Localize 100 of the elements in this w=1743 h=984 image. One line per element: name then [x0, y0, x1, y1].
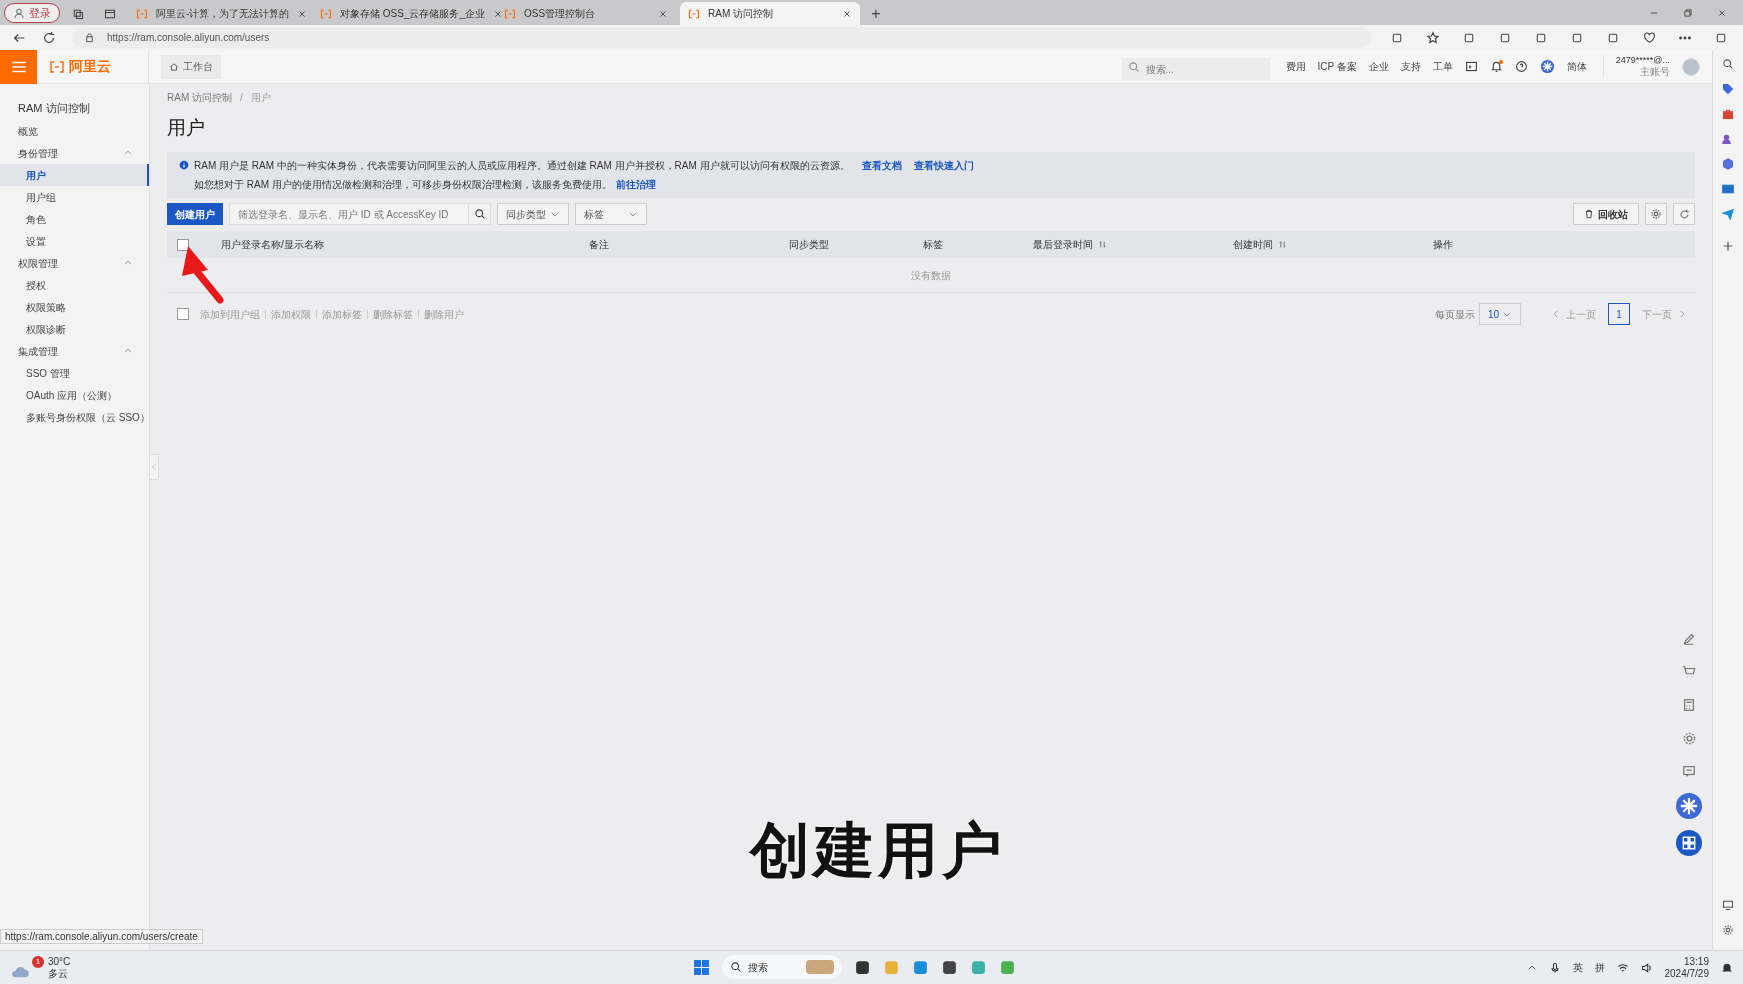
- close-icon[interactable]: [658, 8, 668, 19]
- notification-icon[interactable]: [1489, 60, 1503, 73]
- wifi-icon[interactable]: [1616, 961, 1629, 974]
- breadcrumb-item[interactable]: RAM 访问控制: [167, 89, 232, 105]
- account-name[interactable]: 2479*****@...: [1615, 54, 1670, 66]
- plus-icon[interactable]: [1721, 239, 1735, 253]
- checkbox[interactable]: [177, 308, 189, 320]
- sidebar-item[interactable]: SSO 管理: [0, 362, 149, 384]
- sidebar-item[interactable]: OAuth 应用（公测）: [0, 384, 149, 406]
- column-header: 同步类型: [789, 238, 829, 252]
- clock-date[interactable]: 2024/7/29: [1664, 967, 1709, 980]
- search-field[interactable]: 搜索...: [1121, 58, 1270, 80]
- address-bar[interactable]: https://ram.console.aliyun.com/users: [72, 27, 1371, 48]
- volume-icon[interactable]: [1640, 961, 1653, 974]
- language-link[interactable]: 简体: [1566, 59, 1587, 74]
- help-icon[interactable]: [1514, 60, 1528, 73]
- search-icon: [473, 208, 486, 220]
- terminal-icon[interactable]: [1464, 60, 1478, 73]
- sidebar-item[interactable]: 概览: [0, 120, 149, 142]
- create-user-button[interactable]: 创建用户: [167, 203, 223, 225]
- sidebar-item[interactable]: 集成管理: [0, 340, 149, 362]
- sidebar-item[interactable]: 身份管理: [0, 142, 149, 164]
- nav-link[interactable]: ICP 备案: [1317, 59, 1357, 74]
- sidebar-item[interactable]: 用户组: [0, 186, 149, 208]
- nav-link[interactable]: 费用: [1285, 59, 1306, 74]
- person-icon: [13, 7, 25, 19]
- info-link[interactable]: 查看文档: [861, 158, 902, 173]
- nav-link[interactable]: 支持: [1400, 59, 1421, 74]
- assistant-icon[interactable]: [1539, 59, 1555, 74]
- sidebar-item[interactable]: 权限管理: [0, 252, 149, 274]
- restore-icon[interactable]: [1683, 7, 1693, 18]
- reload-icon[interactable]: [42, 30, 56, 45]
- close-icon[interactable]: [1717, 7, 1727, 18]
- sidebar-item[interactable]: 用户: [0, 164, 149, 186]
- bell-icon[interactable]: [1721, 961, 1733, 974]
- sidebar-item[interactable]: 设置: [0, 230, 149, 252]
- taskbar-search[interactable]: 搜索: [722, 955, 842, 979]
- browser-tab[interactable]: 对象存储 OSS_云存储服务_企业: [312, 2, 492, 25]
- browser-tab[interactable]: 阿里云-计算，为了无法计算的: [128, 2, 308, 25]
- column-header: 操作: [1433, 238, 1453, 252]
- checkbox[interactable]: [177, 238, 189, 251]
- settings-icon[interactable]: [1722, 924, 1734, 936]
- send-icon[interactable]: [1722, 208, 1734, 220]
- sidebar-item[interactable]: 权限策略: [0, 296, 149, 318]
- assistant-icon[interactable]: [1676, 793, 1702, 819]
- weather-text: 多云: [48, 967, 69, 980]
- workbench-button[interactable]: 工作台: [161, 54, 221, 79]
- start-icon[interactable]: [693, 958, 710, 976]
- column-header: 用户登录名称/显示名称: [221, 238, 324, 252]
- info-link[interactable]: 查看快速入门: [913, 158, 974, 173]
- recycle-bin-button[interactable]: 回收站: [1573, 203, 1639, 225]
- sidebar-title: RAM 访问控制: [17, 100, 91, 116]
- close-icon[interactable]: [297, 8, 308, 19]
- tag-icon[interactable]: [1722, 83, 1734, 95]
- search-button[interactable]: [469, 203, 491, 225]
- profile-button[interactable]: 登录: [4, 3, 60, 23]
- settings-icon: [1650, 208, 1662, 220]
- sidebar-item[interactable]: 权限诊断: [0, 318, 149, 340]
- column-header[interactable]: 创建时间: [1233, 237, 1273, 252]
- input-method-indicator[interactable]: 英: [1572, 960, 1583, 975]
- close-icon[interactable]: [842, 8, 852, 19]
- trash-icon: [1584, 209, 1594, 219]
- apps-icon[interactable]: [1676, 830, 1702, 856]
- settings-button[interactable]: [1645, 203, 1667, 225]
- tab-favicon-icon: [136, 7, 148, 20]
- page-title: 用户: [167, 116, 206, 140]
- refresh-button[interactable]: [1673, 203, 1695, 225]
- breadcrumb-separator: /: [240, 90, 243, 105]
- sort-icon[interactable]: [1278, 240, 1287, 249]
- hexagon-icon[interactable]: [1722, 158, 1734, 170]
- browser-tab[interactable]: OSS管理控制台: [496, 2, 676, 25]
- chevron-left-icon: [1551, 309, 1561, 319]
- lock-icon: [84, 32, 95, 43]
- clock-time[interactable]: 13:19: [1683, 955, 1709, 968]
- nav-link[interactable]: 企业: [1368, 59, 1389, 74]
- search-icon: [730, 961, 742, 973]
- tab-favicon-icon: [504, 7, 516, 20]
- browser-tab[interactable]: RAM 访问控制: [680, 2, 860, 25]
- sidebar-item[interactable]: 角色: [0, 208, 149, 230]
- nav-link[interactable]: 工单: [1432, 59, 1453, 74]
- filter-dropdown[interactable]: 同步类型: [497, 203, 569, 225]
- search-icon[interactable]: [1722, 58, 1734, 70]
- close-icon[interactable]: [493, 8, 504, 19]
- microphone-icon[interactable]: [1548, 961, 1561, 974]
- page-button[interactable]: 1: [1608, 303, 1630, 325]
- page-size-select[interactable]: 10: [1479, 303, 1521, 325]
- info-link[interactable]: 前往治理: [615, 177, 656, 192]
- sidebar-item[interactable]: 授权: [0, 274, 149, 296]
- column-header[interactable]: 最后登录时间: [1033, 237, 1093, 252]
- people-icon[interactable]: [1722, 133, 1734, 145]
- new-tab-button[interactable]: +: [864, 3, 888, 25]
- toolbox-icon[interactable]: [1722, 108, 1734, 120]
- filter-dropdown[interactable]: 标签: [575, 203, 647, 225]
- tab-favicon-icon: [320, 7, 332, 20]
- info-text: RAM 用户是 RAM 中的一种实体身份，代表需要访问阿里云的人员或应用程序。通过创建 RAM 用户并授权，RAM 用户就可以访问有权限的云资源。: [194, 159, 850, 173]
- sidebar-item[interactable]: 多账号身份权限（云 SSO）: [0, 406, 149, 428]
- screen-icon[interactable]: [1722, 899, 1734, 911]
- sort-icon[interactable]: [1098, 240, 1107, 249]
- filter-search-field[interactable]: 筛选登录名、显示名、用户 ID 或 AccessKey ID: [229, 203, 469, 225]
- input-method-indicator[interactable]: 拼: [1594, 960, 1605, 975]
